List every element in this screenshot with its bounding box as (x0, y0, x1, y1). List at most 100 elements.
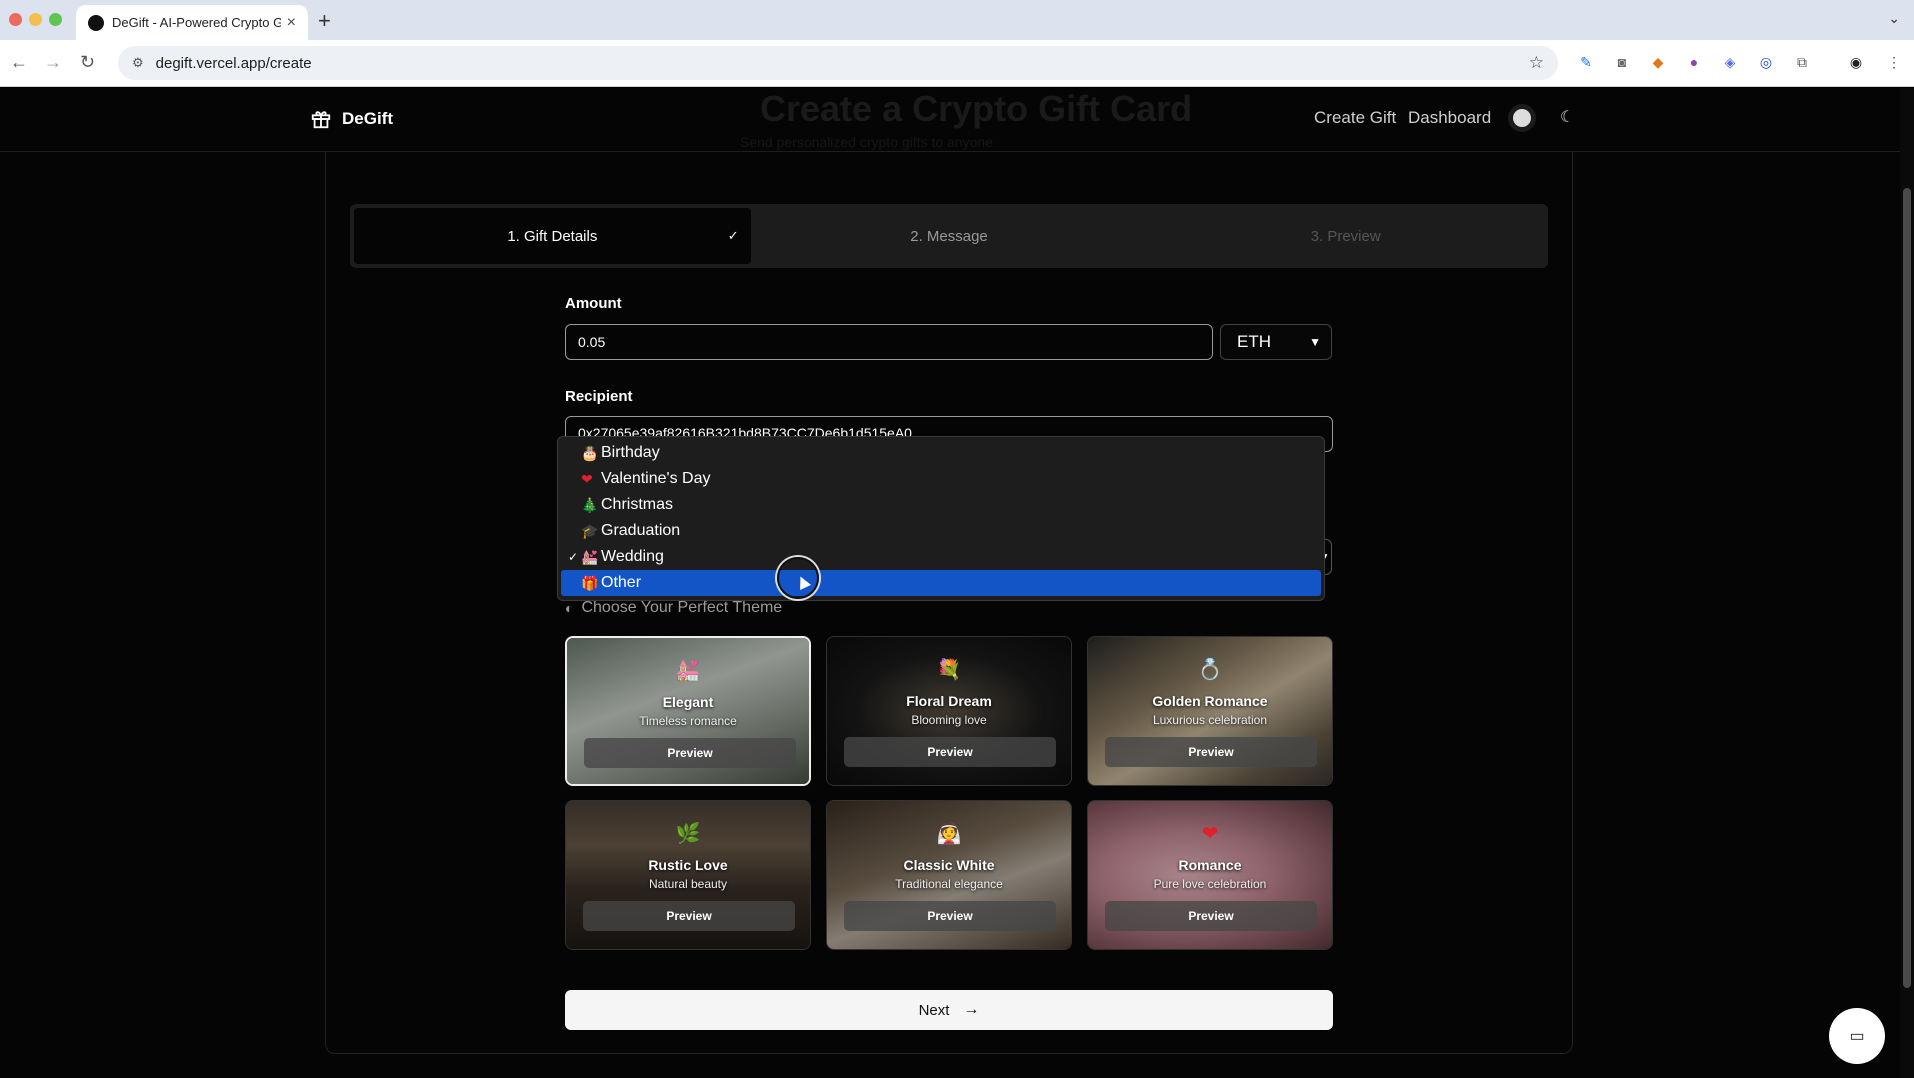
browser-menu-icon[interactable]: ⋮ (1884, 52, 1904, 72)
ghost-page-subtitle: Send personalized crypto gifts to anyone (740, 134, 993, 150)
tab-preview: 3. Preview (1147, 208, 1544, 264)
extensions-puzzle-icon[interactable]: ⧉ (1792, 52, 1812, 72)
profile-avatar-icon[interactable]: ◉ (1846, 52, 1866, 72)
back-icon[interactable]: ← (10, 52, 28, 73)
drop-extension-icon[interactable]: ◈ (1720, 52, 1740, 72)
occasion-option-other[interactable]: 🎁 Other (561, 570, 1321, 596)
bookmark-star-icon[interactable]: ☆ (1529, 53, 1544, 73)
herb-icon: 🌿 (675, 823, 701, 845)
theme-description: Traditional elegance (895, 877, 1003, 891)
theme-name: Elegant (662, 694, 714, 710)
preview-button[interactable]: Preview (584, 738, 796, 768)
palette-icon: ◐ (565, 600, 574, 616)
tree-icon: 🎄 (581, 496, 599, 513)
theme-card-golden-romance[interactable]: 💍 Golden Romance Luxurious celebration P… (1087, 636, 1333, 786)
currency-value: ETH (1237, 332, 1271, 351)
metamask-extension-icon[interactable]: ◆ (1648, 52, 1668, 72)
preview-button[interactable]: Preview (844, 737, 1056, 767)
theme-card-romance[interactable]: ❤ Romance Pure love celebration Preview (1087, 800, 1333, 950)
theme-name: Classic White (903, 857, 995, 873)
pen-extension-icon[interactable]: ✎ (1576, 52, 1596, 72)
new-tab-button[interactable]: + (318, 8, 331, 34)
preview-button[interactable]: Preview (1105, 901, 1317, 931)
theme-card-classic-white[interactable]: 👰 Classic White Traditional elegance Pre… (826, 800, 1072, 950)
tab-title: DeGift - AI-Powered Crypto G (112, 15, 281, 30)
check-icon: ✓ (727, 228, 739, 243)
pointer-arrow (795, 574, 811, 590)
amount-value: 0.05 (578, 334, 606, 350)
nav-create-gift[interactable]: Create Gift (1314, 108, 1396, 128)
theme-heading: ◐ Choose Your Perfect Theme (565, 599, 782, 617)
nav-dashboard[interactable]: Dashboard (1408, 108, 1491, 128)
theme-description: Luxurious celebration (1152, 713, 1268, 727)
wedding-icon: 💒 (581, 548, 599, 565)
theme-description: Natural beauty (648, 877, 728, 891)
scrollbar-thumb[interactable] (1903, 188, 1911, 988)
occasion-option-birthday[interactable]: 🎂 Birthday (561, 440, 1321, 466)
gift-icon: 🎁 (581, 574, 599, 591)
close-window-button[interactable] (9, 13, 22, 26)
browser-tab[interactable]: DeGift - AI-Powered Crypto G × (76, 5, 308, 40)
bride-icon: 👰 (936, 823, 962, 845)
site-header: Create a Crypto Gift Card Send personali… (0, 88, 1900, 152)
address-bar[interactable]: ⚙ degift.vercel.app/create ☆ (118, 46, 1558, 80)
reload-icon[interactable]: ↻ (80, 52, 95, 73)
tab-preview-label: 3. Preview (1310, 227, 1381, 245)
preview-button[interactable]: Preview (1105, 737, 1317, 767)
occasion-option-christmas[interactable]: 🎄 Christmas (561, 492, 1321, 518)
next-button[interactable]: Next → (565, 990, 1333, 1030)
gift-icon (311, 111, 331, 129)
avatar (1513, 109, 1531, 127)
occasion-dropdown: 🎂 Birthday ❤ Valentine's Day 🎄 Christmas… (557, 436, 1325, 601)
checkmark-icon: ✓ (568, 550, 579, 564)
ring-icon: 💍 (1197, 659, 1223, 681)
theme-card-floral-dream[interactable]: 💐 Floral Dream Blooming love Preview (826, 636, 1072, 786)
forward-icon[interactable]: → (44, 52, 62, 73)
option-label: Valentine's Day (601, 470, 711, 487)
graduation-cap-icon: 🎓 (581, 522, 599, 539)
occasion-option-graduation[interactable]: 🎓 Graduation (561, 518, 1321, 544)
option-label: Other (601, 574, 642, 591)
amount-input[interactable]: 0.05 (565, 324, 1213, 360)
tab-message[interactable]: 2. Message (751, 208, 1148, 264)
blue-ring-extension-icon[interactable]: ◎ (1756, 52, 1776, 72)
tab-gift-details-label: 1. Gift Details (507, 227, 598, 245)
maximize-window-button[interactable] (49, 13, 62, 26)
theme-card-rustic-love[interactable]: 🌿 Rustic Love Natural beauty Preview (565, 800, 811, 950)
cake-icon: 🎂 (581, 444, 599, 461)
tab-close-icon[interactable]: × (287, 14, 296, 32)
moon-icon[interactable]: ☾ (1560, 107, 1574, 127)
theme-name: Rustic Love (648, 857, 728, 873)
brand-name: DeGift (342, 109, 393, 128)
camera-extension-icon[interactable]: ◙ (1612, 52, 1632, 72)
address-url: degift.vercel.app/create (155, 54, 312, 72)
site-info-icon[interactable]: ⚙ (132, 55, 144, 71)
chevron-down-icon: ▼ (1309, 335, 1321, 349)
next-label: Next (918, 1001, 950, 1019)
page-viewport: Create a Crypto Gift Card Send personali… (0, 88, 1900, 1078)
preview-button[interactable]: Preview (844, 901, 1056, 931)
step-tabs: 1. Gift Details ✓ 2. Message 3. Preview (350, 204, 1548, 268)
occasion-option-valentines[interactable]: ❤ Valentine's Day (561, 466, 1321, 492)
ghost-page-title: Create a Crypto Gift Card (760, 88, 1193, 129)
site-favicon-icon (88, 14, 104, 31)
chat-bubble-icon: ▭ (1849, 1028, 1865, 1045)
theme-card-elegant[interactable]: 💒 Elegant Timeless romance Preview (565, 636, 811, 786)
tab-search-icon[interactable]: ⌄ (1888, 10, 1900, 27)
minimize-window-button[interactable] (29, 13, 42, 26)
chat-button[interactable]: ▭ (1829, 1008, 1885, 1064)
tab-gift-details[interactable]: 1. Gift Details ✓ (354, 208, 751, 264)
amount-label: Amount (565, 295, 622, 312)
theme-description: Pure love celebration (1153, 877, 1267, 891)
option-label: Birthday (601, 444, 660, 461)
preview-button[interactable]: Preview (583, 901, 795, 931)
theme-heading-text: Choose Your Perfect Theme (581, 599, 783, 616)
page-scrollbar[interactable] (1900, 88, 1914, 1078)
browser-tab-strip: DeGift - AI-Powered Crypto G × + ⌄ (0, 0, 1914, 40)
brand-logo-link[interactable]: DeGift (310, 108, 393, 130)
purple-extension-icon[interactable]: ● (1684, 52, 1704, 72)
theme-name: Floral Dream (906, 693, 992, 709)
occasion-option-wedding[interactable]: ✓ 💒 Wedding (561, 544, 1321, 570)
currency-select[interactable]: ETH ▼ (1220, 324, 1332, 360)
wallet-avatar-button[interactable] (1508, 104, 1536, 132)
